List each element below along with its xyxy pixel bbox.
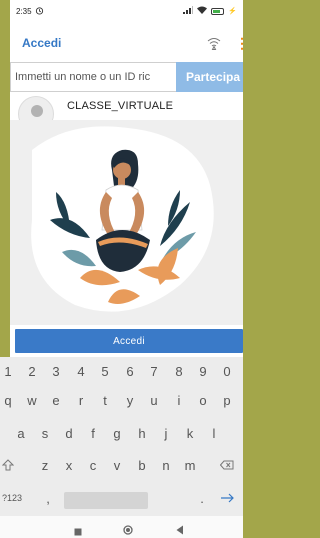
- key-c[interactable]: c: [81, 451, 105, 479]
- network-settings-icon[interactable]: [206, 35, 222, 51]
- key-y[interactable]: y: [118, 386, 142, 414]
- login-button[interactable]: Accedi: [15, 329, 243, 353]
- key-0[interactable]: 0: [215, 357, 239, 385]
- period-key[interactable]: .: [190, 484, 214, 512]
- key-p[interactable]: p: [215, 386, 239, 414]
- signal-icon: [183, 6, 194, 16]
- key-v[interactable]: v: [105, 451, 129, 479]
- key-4[interactable]: 4: [69, 357, 93, 385]
- key-t[interactable]: t: [93, 386, 117, 414]
- class-name: CLASSE_VIRTUALE: [67, 100, 174, 112]
- keyboard-number-row: 1 2 3 4 5 6 7 8 9 0: [0, 357, 243, 385]
- keyboard-row-2: a s d f g h j k l: [0, 419, 243, 447]
- key-m[interactable]: m: [178, 451, 202, 479]
- comma-key[interactable]: ,: [36, 484, 60, 512]
- key-5[interactable]: 5: [93, 357, 117, 385]
- battery-icon: [211, 7, 225, 15]
- key-d[interactable]: d: [57, 419, 81, 447]
- enter-arrow-icon[interactable]: [216, 484, 240, 512]
- key-h[interactable]: h: [130, 419, 154, 447]
- app-bar: Accedi ⋮: [10, 30, 243, 56]
- soft-keyboard: 1 2 3 4 5 6 7 8 9 0 q w e r t y u i o p …: [0, 357, 243, 517]
- key-l[interactable]: l: [202, 419, 226, 447]
- key-j[interactable]: j: [154, 419, 178, 447]
- key-x[interactable]: x: [57, 451, 81, 479]
- system-nav-bar: [0, 516, 243, 538]
- key-k[interactable]: k: [178, 419, 202, 447]
- keyboard-row-1: q w e r t y u i o p: [0, 386, 243, 414]
- keyboard-row-3: z x c v b n m: [0, 451, 243, 479]
- more-options-icon[interactable]: ⋮: [235, 36, 243, 50]
- key-r[interactable]: r: [69, 386, 93, 414]
- symbols-key[interactable]: ?123: [0, 484, 26, 512]
- battery-fill: [213, 9, 220, 13]
- status-time: 2:35: [16, 6, 32, 16]
- charging-icon: ⚡: [228, 8, 237, 15]
- page-title: Accedi: [22, 36, 62, 50]
- key-7[interactable]: 7: [142, 357, 166, 385]
- key-o[interactable]: o: [191, 386, 215, 414]
- home-icon[interactable]: [123, 522, 133, 538]
- key-s[interactable]: s: [33, 419, 57, 447]
- key-8[interactable]: 8: [167, 357, 191, 385]
- key-z[interactable]: z: [33, 451, 57, 479]
- status-bar: 2:35 ⚡: [10, 0, 243, 22]
- key-e[interactable]: e: [44, 386, 68, 414]
- key-6[interactable]: 6: [118, 357, 142, 385]
- space-bar[interactable]: [64, 492, 148, 509]
- key-g[interactable]: g: [105, 419, 129, 447]
- shift-key-icon[interactable]: [0, 451, 20, 479]
- key-f[interactable]: f: [81, 419, 105, 447]
- welcome-illustration: [10, 120, 243, 325]
- key-q[interactable]: q: [0, 386, 20, 414]
- join-row: Immetti un nome o un ID ric Partecipa: [10, 62, 243, 92]
- key-3[interactable]: 3: [44, 357, 68, 385]
- key-2[interactable]: 2: [20, 357, 44, 385]
- key-1[interactable]: 1: [0, 357, 20, 385]
- key-w[interactable]: w: [20, 386, 44, 414]
- alarm-icon: [35, 6, 44, 17]
- key-9[interactable]: 9: [191, 357, 215, 385]
- backspace-icon[interactable]: [215, 451, 239, 479]
- join-button[interactable]: Partecipa: [176, 62, 243, 92]
- recents-icon[interactable]: [74, 523, 82, 538]
- back-icon[interactable]: [176, 522, 184, 538]
- key-b[interactable]: b: [130, 451, 154, 479]
- keyboard-row-4: ?123 , .: [0, 484, 243, 512]
- wifi-status-icon: [197, 6, 208, 16]
- key-a[interactable]: a: [9, 419, 33, 447]
- key-n[interactable]: n: [154, 451, 178, 479]
- key-u[interactable]: u: [142, 386, 166, 414]
- class-id-input[interactable]: Immetti un nome o un ID ric: [10, 62, 176, 92]
- key-i[interactable]: i: [167, 386, 191, 414]
